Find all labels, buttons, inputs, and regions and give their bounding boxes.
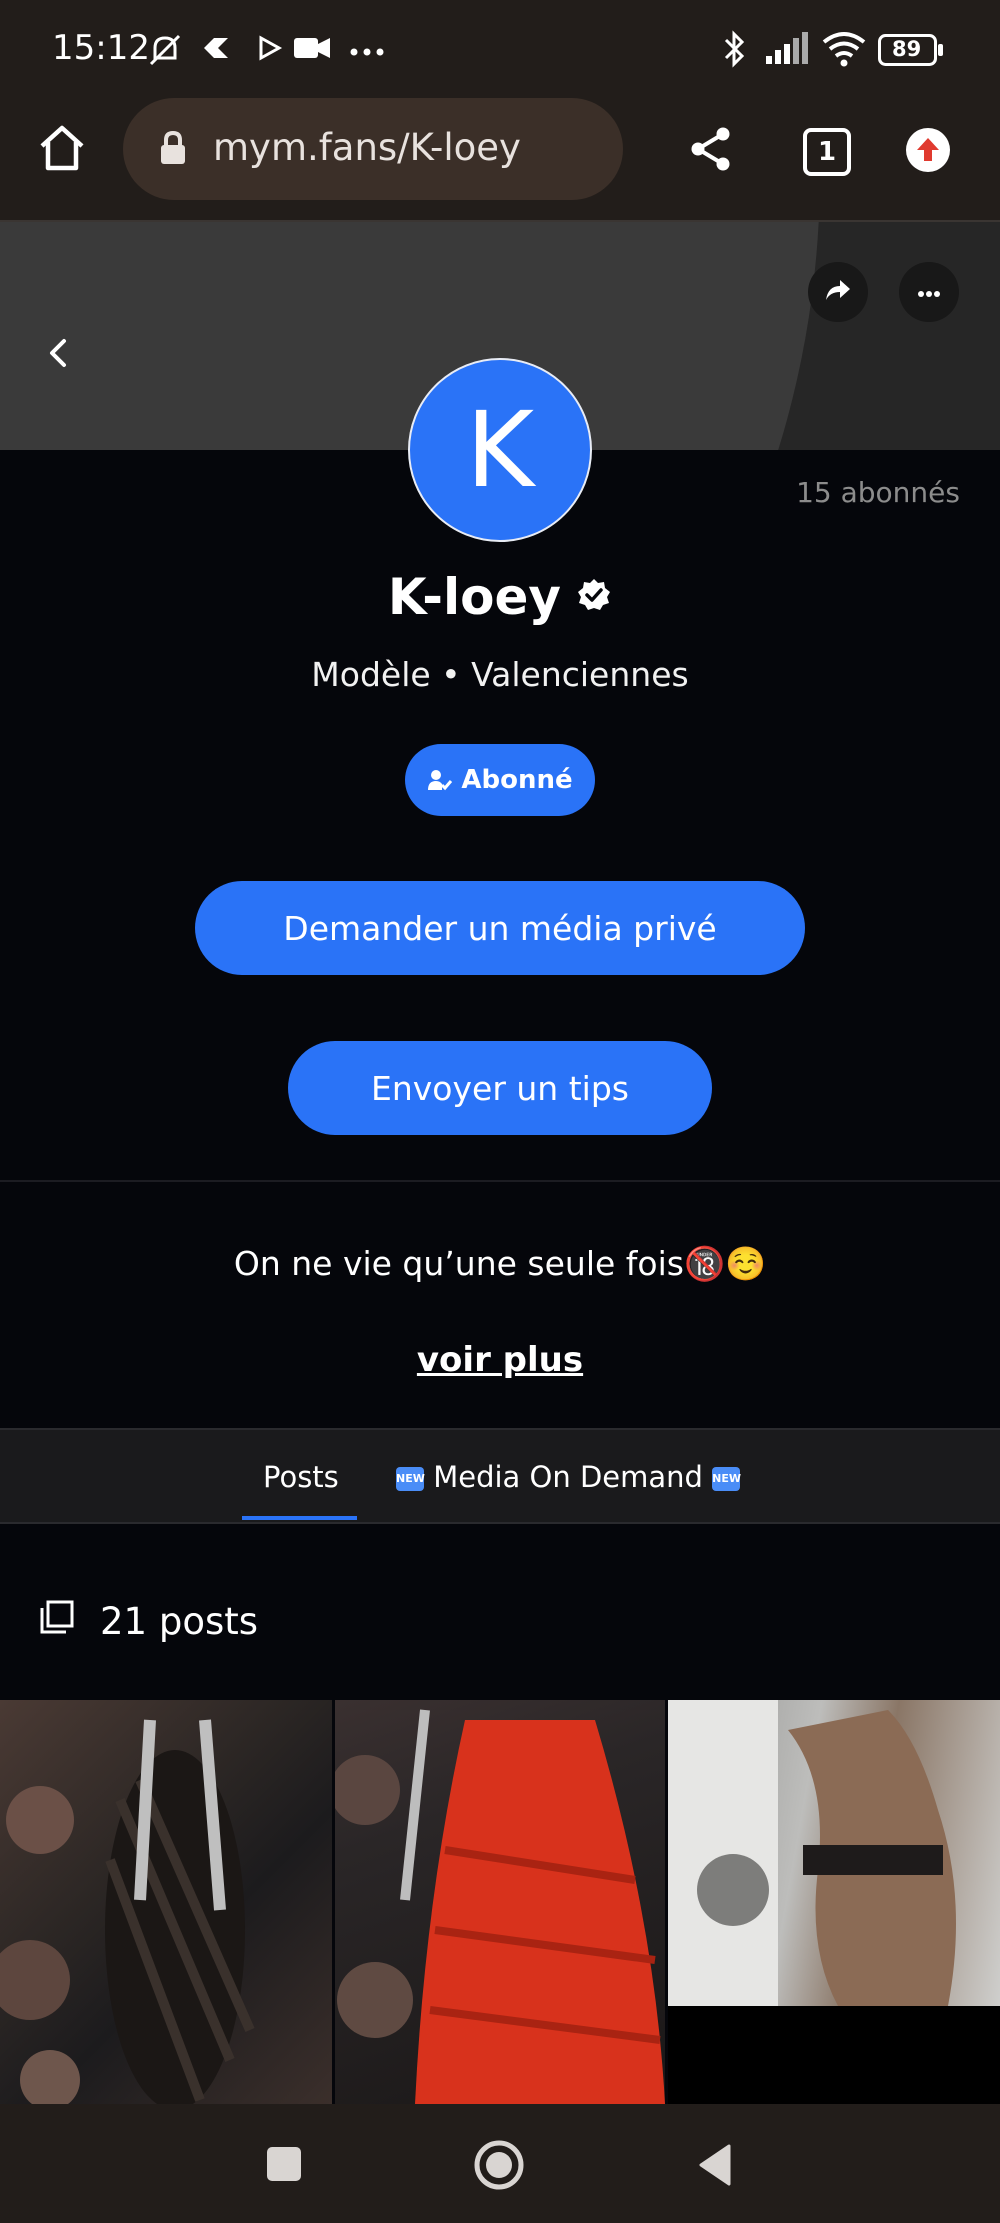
forward-icon xyxy=(824,278,852,306)
tab-switcher-button[interactable]: 1 xyxy=(803,128,851,176)
url-text: mym.fans/K-loey xyxy=(213,126,521,169)
system-navigation-bar xyxy=(0,2104,1000,2223)
battery-level: 89 xyxy=(892,37,922,61)
back-icon[interactable] xyxy=(44,335,76,375)
status-bar: 15:12 89 xyxy=(0,0,1000,100)
post-thumbnail-spacer xyxy=(668,2006,1000,2104)
play-icon xyxy=(255,30,283,70)
profile-name: K-loey xyxy=(387,568,562,626)
avatar[interactable]: K xyxy=(408,358,592,542)
profile-subtitle: Modèle • Valenciennes xyxy=(311,655,689,694)
mute-icon xyxy=(145,30,185,74)
recent-apps-icon[interactable] xyxy=(266,2146,302,2186)
video-icon xyxy=(292,30,332,70)
tab-media-on-demand-label: Media On Demand xyxy=(433,1460,703,1494)
lock-icon xyxy=(159,130,187,170)
update-button[interactable] xyxy=(906,128,950,172)
new-emoji-icon: NEW xyxy=(396,1467,425,1491)
divider xyxy=(0,1180,1000,1182)
post-thumbnail[interactable] xyxy=(0,1700,332,2104)
profile-tabs: Posts NEW Media On Demand NEW xyxy=(0,1428,1000,1524)
active-tab-indicator xyxy=(242,1516,357,1520)
back-nav-icon[interactable] xyxy=(695,2142,733,2192)
subscribed-button[interactable]: Abonné xyxy=(405,744,595,816)
share-icon[interactable] xyxy=(688,126,734,176)
more-icon xyxy=(917,283,941,302)
profile-name-row: K-loey xyxy=(0,568,1000,626)
share-profile-button[interactable] xyxy=(808,262,868,322)
send-tips-button[interactable]: Envoyer un tips xyxy=(288,1041,712,1135)
status-time: 15:12 xyxy=(52,28,150,68)
user-check-icon xyxy=(427,768,453,792)
address-bar[interactable]: mym.fans/K-loey xyxy=(123,98,623,200)
post-thumbnail[interactable] xyxy=(668,1700,1000,2006)
profile-bio: On ne vie qu’une seule fois🔞☺️ xyxy=(233,1244,767,1283)
verified-badge-icon xyxy=(576,577,612,617)
home-icon[interactable] xyxy=(36,122,88,178)
home-nav-icon[interactable] xyxy=(473,2139,525,2195)
request-private-media-button[interactable]: Demander un média privé xyxy=(195,881,805,975)
posts-gallery-icon xyxy=(40,1600,74,1638)
cover-decoration xyxy=(0,222,820,450)
more-notifications-icon xyxy=(350,42,386,61)
tab-posts[interactable]: Posts xyxy=(263,1460,339,1494)
new-emoji-icon: NEW xyxy=(712,1467,741,1491)
tab-media-on-demand[interactable]: NEW Media On Demand NEW xyxy=(396,1460,741,1494)
see-more-link[interactable]: voir plus xyxy=(0,1340,1000,1380)
post-thumbnail[interactable] xyxy=(335,1700,665,2104)
more-options-button[interactable] xyxy=(899,262,959,322)
followers-count: 15 abonnés xyxy=(796,476,960,509)
signal-icon xyxy=(764,30,812,70)
app-notification-icon xyxy=(198,30,234,70)
wifi-icon xyxy=(820,30,868,72)
bluetooth-icon xyxy=(720,30,750,74)
posts-count: 21 posts xyxy=(100,1600,259,1643)
subscribed-label: Abonné xyxy=(461,765,573,795)
